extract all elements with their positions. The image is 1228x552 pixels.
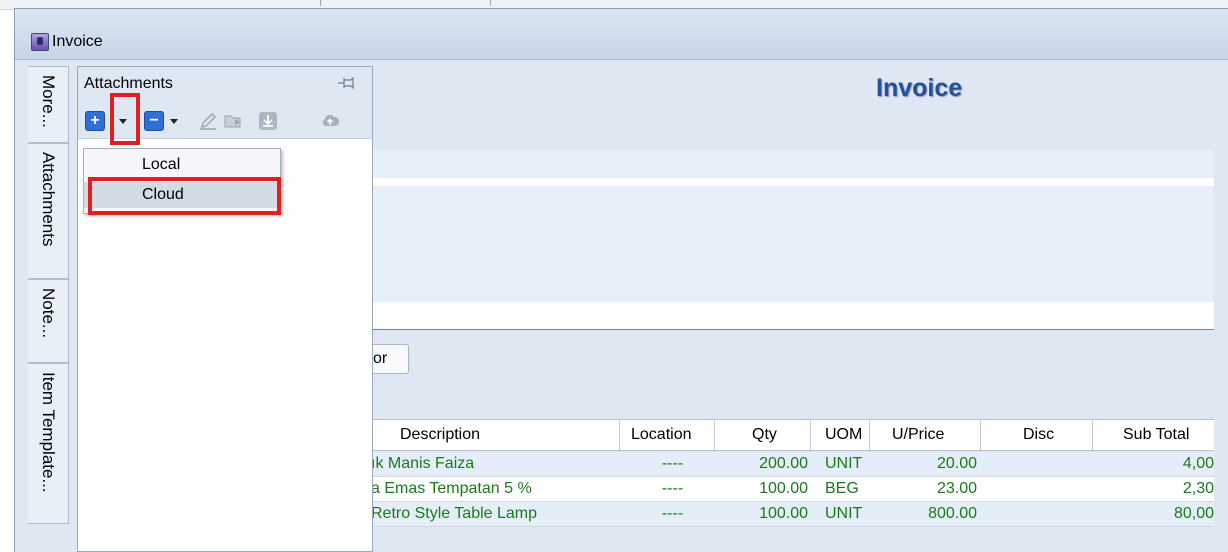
page-title: Invoice (876, 74, 963, 102)
download-icon[interactable] (258, 111, 278, 131)
app-icon (31, 33, 49, 51)
add-button[interactable]: + (85, 111, 105, 131)
footer-band (373, 528, 1214, 552)
edit-pencil-icon[interactable] (198, 111, 218, 131)
cell-qty: 100.00 (759, 480, 808, 497)
menu-item-local[interactable]: Local (84, 152, 280, 178)
col-uom[interactable]: UOM (825, 426, 862, 444)
col-divider (980, 420, 981, 452)
highlight-cloud (88, 177, 281, 215)
side-tab-label: Attachments (39, 152, 58, 247)
info-band (373, 150, 1214, 178)
col-divider (714, 420, 715, 452)
cell-subtotal: 4,00 (1182, 455, 1214, 472)
menu-item-local-label: Local (142, 156, 181, 173)
side-tab-label: Item Template... (39, 372, 58, 493)
cell-uprice: 800.00 (928, 505, 977, 522)
col-divider (619, 420, 620, 452)
open-folder-icon[interactable] (223, 111, 243, 131)
cell-uprice: 23.00 (936, 480, 977, 497)
attachments-title: Attachments (84, 75, 173, 92)
side-tab-more[interactable]: More... (28, 66, 69, 143)
cell-description: ık Manis Faiza (371, 455, 475, 472)
remove-dropdown-arrow-icon[interactable] (167, 111, 181, 131)
col-description[interactable]: Description (400, 426, 480, 444)
partial-button[interactable]: or (373, 344, 409, 374)
remove-button[interactable]: − (144, 111, 164, 131)
col-qty[interactable]: Qty (752, 426, 777, 444)
cell-subtotal: 2,30 (1182, 480, 1214, 497)
cell-qty: 100.00 (759, 505, 808, 522)
side-tab-label: More... (39, 75, 58, 128)
side-tab-item-template[interactable]: Item Template... (28, 363, 69, 524)
cell-description: Retro Style Table Lamp (371, 505, 538, 522)
cell-location: ---- (661, 505, 684, 522)
partial-button-label: or (373, 350, 388, 367)
col-divider (1092, 420, 1093, 452)
table-row[interactable]: a Emas Tempatan 5 % ---- 100.00 BEG 23.0… (371, 477, 1214, 502)
cell-location: ---- (661, 455, 684, 472)
side-tab-note[interactable]: Note... (28, 279, 69, 363)
header-band (373, 66, 1214, 150)
cell-uom: BEG (825, 480, 859, 497)
col-location[interactable]: Location (631, 426, 692, 444)
cloud-upload-icon[interactable] (320, 111, 340, 131)
cell-uom: UNIT (825, 455, 863, 472)
highlight-dropdown-arrow (110, 93, 140, 145)
cell-subtotal: 80,00 (1173, 505, 1214, 522)
col-disc[interactable]: Disc (1023, 426, 1054, 444)
table-row[interactable]: ık Manis Faiza ---- 200.00 UNIT 20.00 4,… (371, 452, 1214, 477)
add-icon: + (90, 112, 100, 129)
toolbar-band (373, 331, 1214, 419)
strip-tick (320, 0, 321, 6)
col-subtotal[interactable]: Sub Total (1123, 426, 1189, 444)
strip-tick (490, 0, 491, 6)
col-divider (810, 420, 811, 452)
table-row[interactable]: Retro Style Table Lamp ---- 100.00 UNIT … (371, 502, 1214, 527)
title-bar: Invoice (15, 9, 1228, 60)
pin-icon[interactable] (336, 74, 356, 92)
side-tab-label: Note... (39, 288, 58, 339)
cell-qty: 200.00 (759, 455, 808, 472)
input-band (373, 302, 1214, 330)
col-uprice[interactable]: U/Price (892, 426, 944, 444)
cell-location: ---- (661, 480, 684, 497)
grid-header: Description Location Qty UOM U/Price Dis… (373, 419, 1214, 452)
window-title: Invoice (52, 33, 103, 50)
remove-icon: − (149, 112, 159, 129)
cell-uprice: 20.00 (936, 455, 977, 472)
cell-uom: UNIT (825, 505, 863, 522)
side-tab-attachments[interactable]: Attachments (28, 143, 69, 279)
separator-band (373, 178, 1214, 186)
detail-band (373, 186, 1214, 302)
cell-description: a Emas Tempatan 5 % (371, 480, 532, 497)
col-divider (869, 420, 870, 452)
